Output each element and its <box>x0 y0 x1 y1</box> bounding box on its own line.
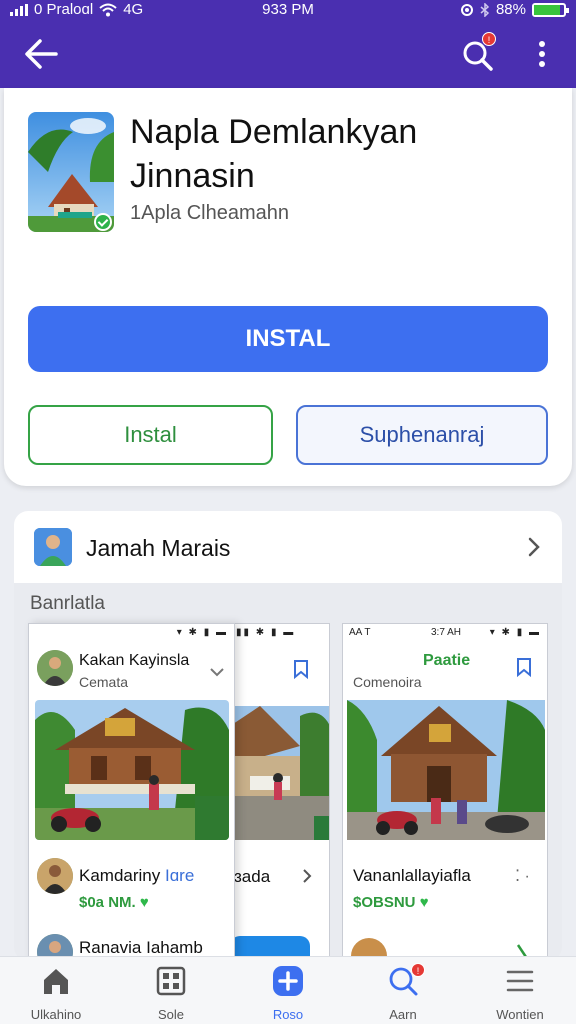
notification-badge: ! <box>411 963 425 977</box>
listing-avatar <box>37 858 73 894</box>
app-bar: ! <box>0 22 576 88</box>
developer-name[interactable]: 1Apla Clheamahn <box>130 202 289 225</box>
install-button[interactable]: INSTAL <box>28 306 548 372</box>
location-icon <box>460 3 473 16</box>
back-arrow-icon[interactable] <box>22 36 60 72</box>
bookmark-icon[interactable] <box>513 656 535 678</box>
screenshot-status-bar: ▾ ✱ ▮ ▬ <box>29 624 234 642</box>
screenshot-2-photo <box>230 706 329 840</box>
menu-icon <box>506 970 534 992</box>
supplementary-button[interactable]: Suphenanraj <box>296 405 548 465</box>
chevron-right-icon <box>303 869 312 883</box>
nav-item-menu[interactable]: Wontien <box>472 957 568 1024</box>
status-bar: 0 Praloɑl 4G 933 PM 88% <box>0 0 576 22</box>
add-icon <box>273 966 303 996</box>
screenshot-status-bar: ▮▮ ✱ ▮ ▬ <box>230 624 329 642</box>
more-options-icon[interactable] <box>530 38 554 74</box>
nav-label: Roso <box>272 1007 304 1022</box>
nav-label: Aarn <box>389 1007 417 1022</box>
developer-section: Jamah Marais Banrlatla ▮▮ ✱ ▮ ▬ ɜada ▾ ✱… <box>14 511 562 961</box>
listing-name: Kamdariny Iɑre <box>79 866 194 886</box>
next-listing-name: Ranavia Iahamb <box>79 938 203 957</box>
search-button[interactable]: ! <box>458 32 500 74</box>
chevron-down-icon <box>210 668 224 677</box>
listing-price-text: $OBSNU <box>353 894 416 911</box>
post-subtitle: Comenoira <box>353 674 422 690</box>
avatar <box>37 650 73 686</box>
developer-row[interactable]: Jamah Marais <box>14 511 562 583</box>
listing-name: Vananlallayiafla <box>353 866 471 885</box>
post-subtitle: Cemata <box>79 674 129 690</box>
screenshot-status-left: AA T <box>349 627 371 638</box>
screenshot-1[interactable]: ▾ ✱ ▮ ▬ Kakan Kayinsla Cemata Kamdariny … <box>28 623 235 961</box>
secondary-install-button[interactable]: Instal <box>28 405 273 465</box>
screenshot-2[interactable]: ▮▮ ✱ ▮ ▬ ɜada <box>230 623 330 961</box>
nav-item-grid[interactable]: Sole <box>123 957 219 1024</box>
listing-price: $0a NM. ♥ <box>79 894 149 911</box>
grid-icon <box>156 966 186 996</box>
listing-tag: Iɑre <box>165 866 195 885</box>
post-photo <box>35 700 229 840</box>
screenshots-label: Banrlatla <box>30 593 105 614</box>
nav-item-search[interactable]: ! Aarn <box>355 957 451 1024</box>
battery-percent: 88% <box>495 1 526 18</box>
nav-label: Wontien <box>496 1007 544 1022</box>
verified-badge-icon <box>94 213 112 231</box>
listing-price: $OBSNU ♥ <box>353 894 429 911</box>
listing-name: ɜada <box>234 867 271 886</box>
bookmark-icon <box>294 660 308 680</box>
nav-item-home[interactable]: Ulkahino <box>8 957 104 1024</box>
app-title: Napla Demlankyan Jinnasin <box>130 113 418 195</box>
listing-name-text: Kamdariny <box>79 866 161 885</box>
nav-label: Sole <box>157 1007 185 1022</box>
battery-level <box>534 4 561 15</box>
heart-icon[interactable]: ♥ <box>140 894 149 911</box>
battery-icon <box>532 2 569 17</box>
bottom-navigation: Ulkahino Sole Roso ! Aarn Wontien <box>0 956 576 1024</box>
developer-row-name: Jamah Marais <box>86 535 231 561</box>
notification-badge: ! <box>482 32 496 46</box>
screenshot-status-bar: AA T 3:7 AH ▾ ✱ ▮ ▬ <box>343 624 547 642</box>
listing-price-text: $0a NM. <box>79 894 136 911</box>
chevron-right-icon <box>528 537 540 557</box>
app-header-card: Napla Demlankyan Jinnasin 1Apla Clheamah… <box>4 88 572 486</box>
nav-item-add[interactable]: Roso <box>240 957 336 1024</box>
screenshot-3[interactable]: AA T 3:7 AH ▾ ✱ ▮ ▬ Paatie Comenoira Van… <box>342 623 548 961</box>
post-author: Kakan Kayinsla <box>79 652 190 669</box>
heart-icon[interactable]: ♥ <box>420 894 429 911</box>
bluetooth-icon <box>480 2 490 17</box>
nav-label: Ulkahino <box>30 1007 82 1022</box>
screenshot-status-time: 3:7 AH <box>431 627 462 638</box>
home-icon <box>44 969 68 994</box>
developer-avatar <box>34 528 72 566</box>
post-photo <box>347 700 545 840</box>
post-action[interactable]: Paatie <box>423 652 470 670</box>
more-options-icon[interactable]: ⁚ · <box>515 866 530 886</box>
